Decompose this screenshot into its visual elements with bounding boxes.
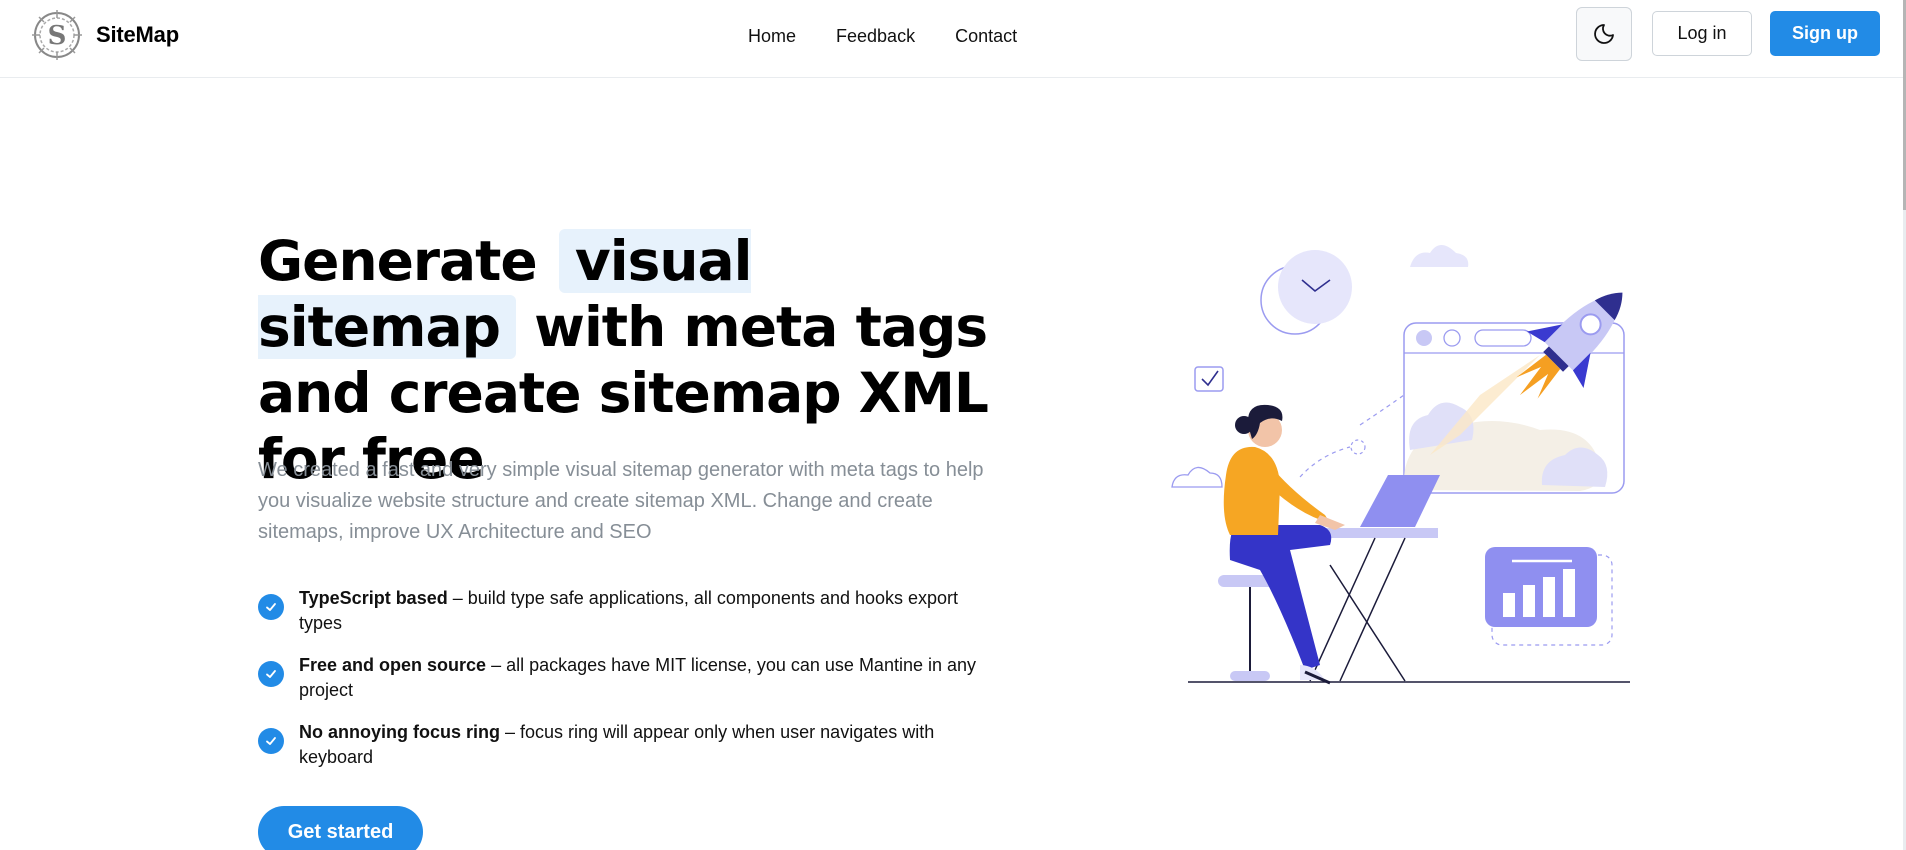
main-nav: Home Feedback Contact [728,20,1037,53]
feature-list: TypeScript based – build type safe appli… [258,586,998,787]
brand[interactable]: S SiteMap [30,8,179,62]
check-icon [258,594,284,620]
get-started-button[interactable]: Get started [258,806,423,850]
hero-title-part1: Generate [258,229,538,293]
moon-icon [1594,24,1614,44]
feature-text: TypeScript based – build type safe appli… [299,586,998,636]
feature-title: TypeScript based [299,588,448,608]
hero-illustration [1171,245,1630,685]
hero-description: We created a fast and very simple visual… [258,459,984,543]
svg-text:S: S [48,21,67,51]
feature-title: Free and open source [299,655,487,675]
check-icon [258,728,284,754]
cloud-top [1410,245,1469,267]
feature-text: Free and open source – all packages have… [299,653,998,703]
feature-title: No annoying focus ring [299,722,500,742]
check-icon [258,661,284,687]
sitemap-logo-icon: S [32,10,82,60]
brand-name: SiteMap [96,22,179,47]
laptop [1360,475,1440,527]
feature-text: No annoying focus ring – focus ring will… [299,720,998,770]
speech-bubble [1194,366,1224,392]
signup-button[interactable]: Sign up [1770,11,1880,56]
feature-item: No annoying focus ring – focus ring will… [258,720,998,770]
theme-toggle-button[interactable] [1576,7,1632,61]
login-button[interactable]: Log in [1652,11,1752,56]
chart-card [1485,547,1597,627]
nav-feedback[interactable]: Feedback [816,20,935,53]
feature-item: Free and open source – all packages have… [258,653,998,703]
person-illustration [1223,404,1345,685]
nav-contact[interactable]: Contact [935,20,1037,53]
site-header: S SiteMap Home Feedback Contact Log in S… [0,0,1906,78]
feature-item: TypeScript based – build type safe appli… [258,586,998,636]
hero-title: Generate visual sitemap with meta tags a… [258,228,1018,492]
nav-home[interactable]: Home [728,20,816,53]
cloud-left [1171,466,1223,488]
clock-face [1278,250,1352,324]
dashed-path [1359,394,1405,426]
